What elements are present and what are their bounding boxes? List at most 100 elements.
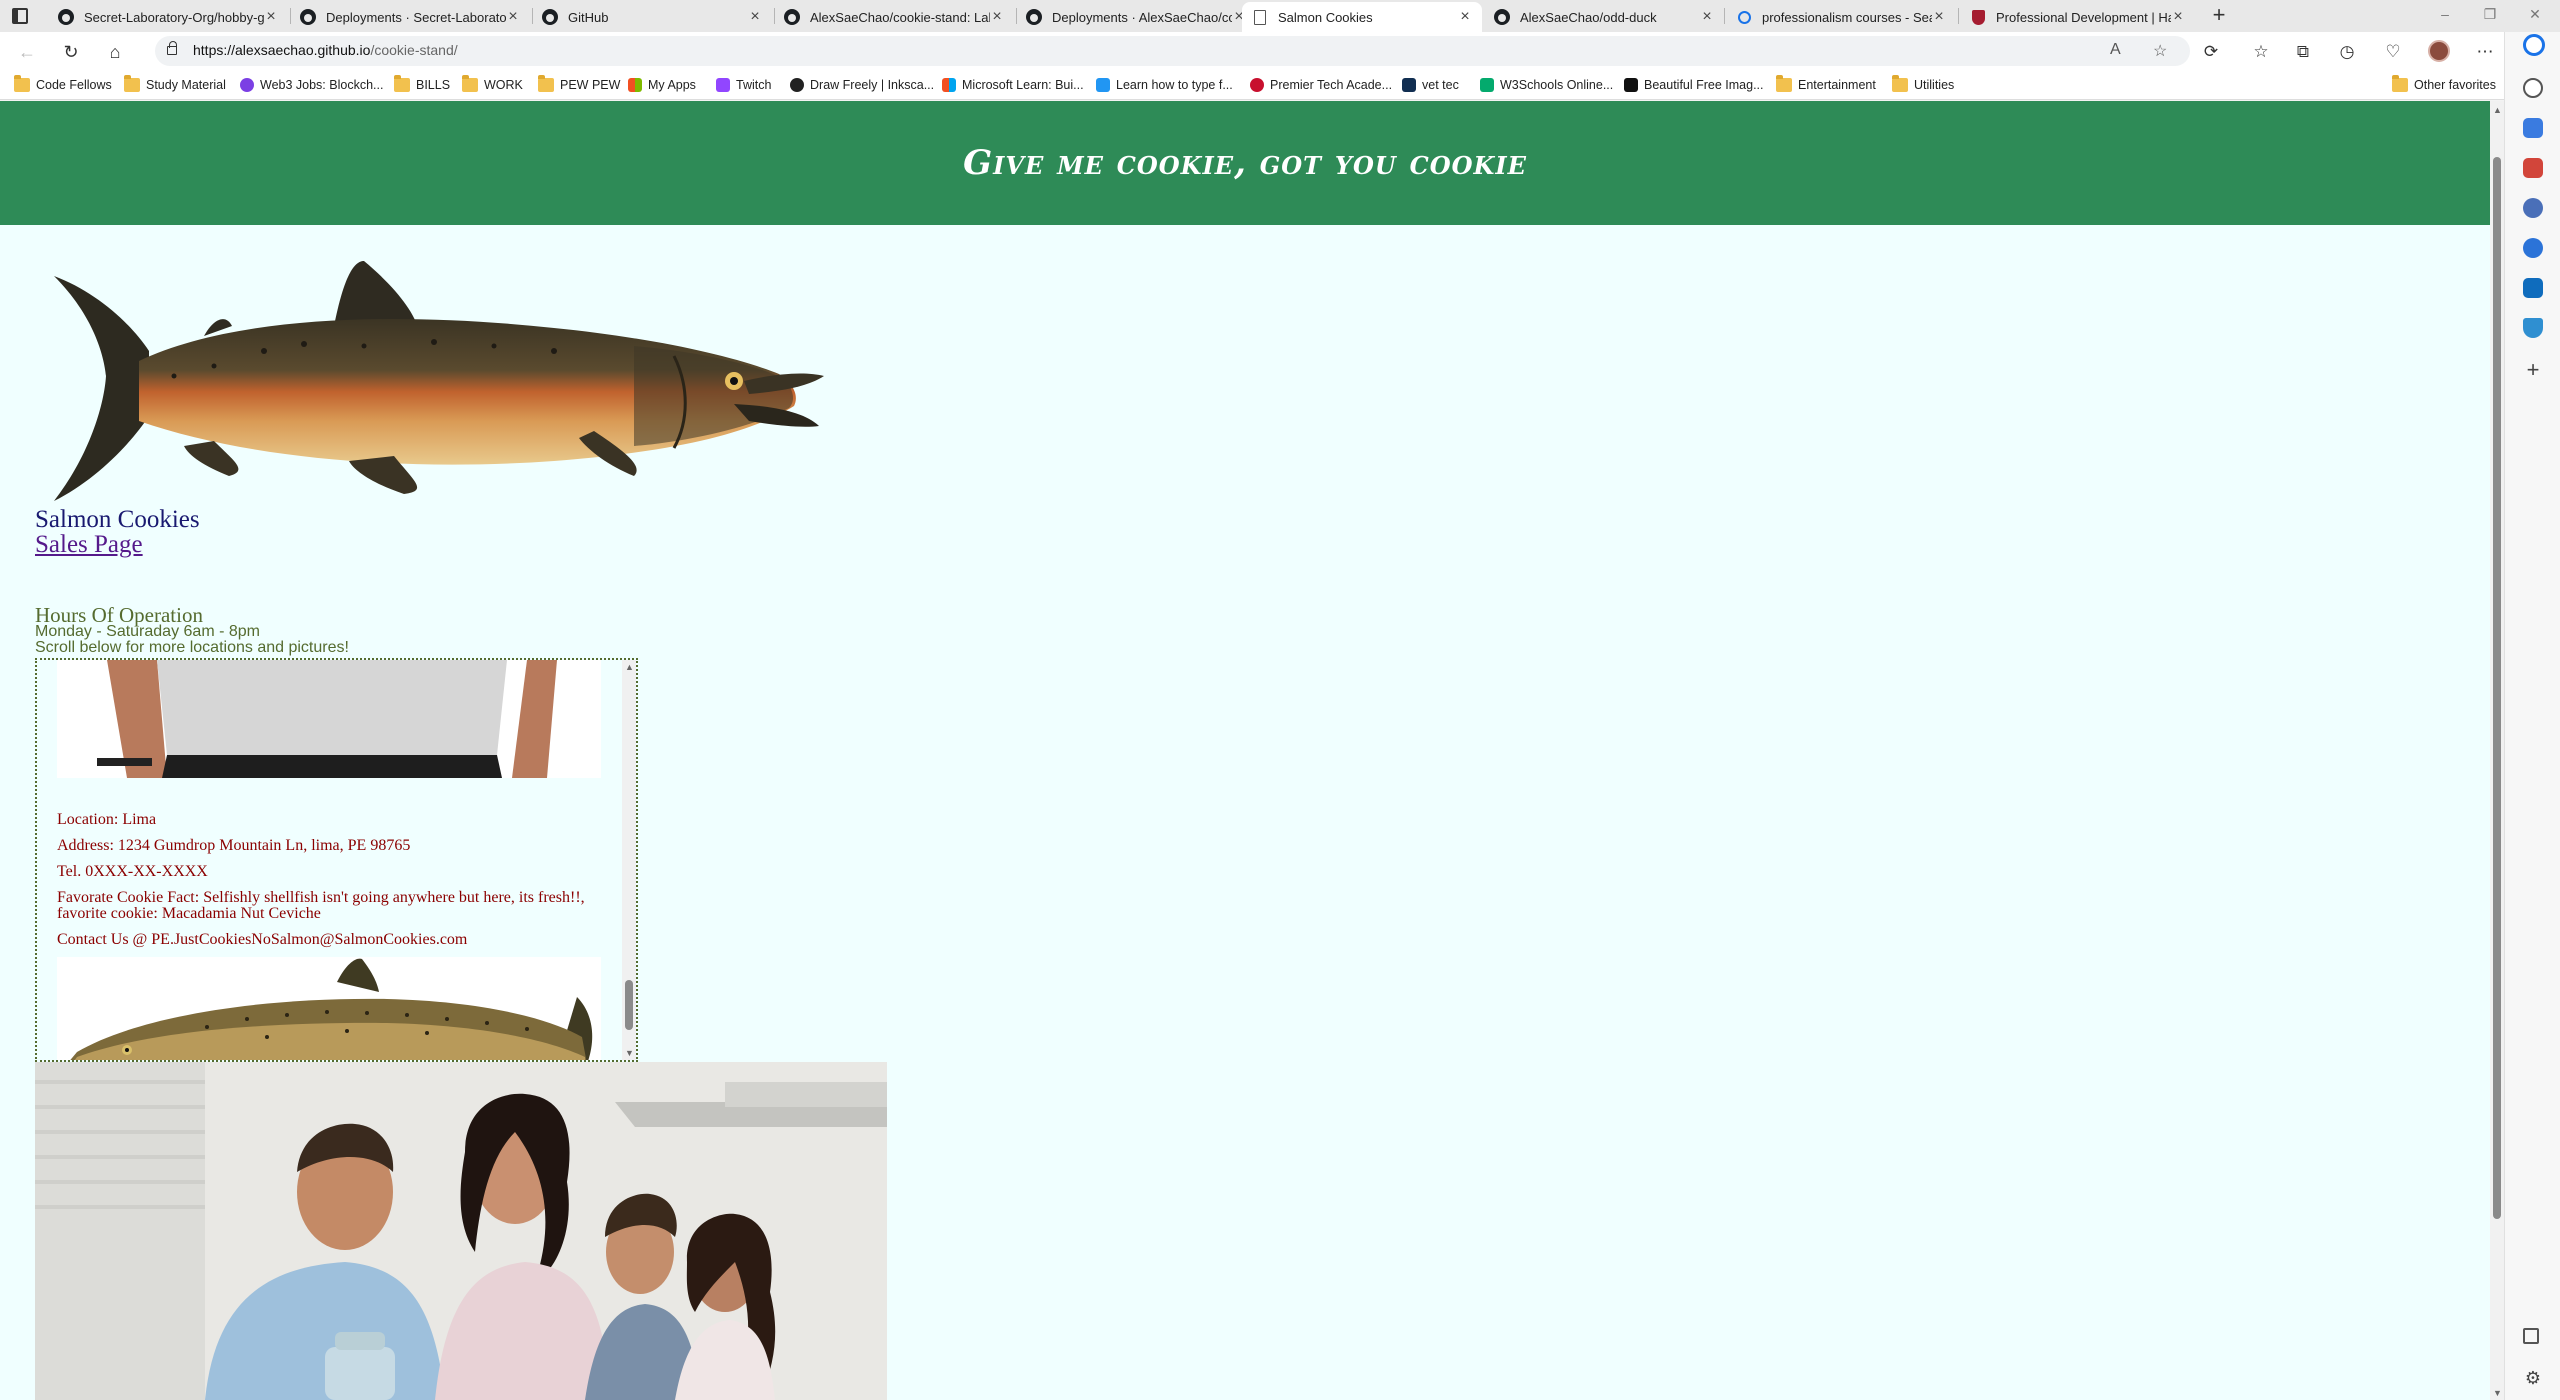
- folder-icon: [394, 75, 410, 92]
- tab-actions-icon[interactable]: [12, 8, 28, 24]
- page-scrollbar-thumb[interactable]: [2493, 157, 2501, 1219]
- page-scrollbar[interactable]: ▲ ▼: [2490, 101, 2504, 1400]
- web3-icon: [240, 78, 254, 92]
- bookmark-label: W3Schools Online...: [1500, 78, 1614, 92]
- w3schools-icon: [1480, 78, 1494, 92]
- collections-icon[interactable]: ⧉: [2292, 41, 2314, 63]
- close-icon[interactable]: ×: [264, 9, 278, 25]
- sales-page-link[interactable]: Sales Page: [35, 531, 143, 559]
- bookmark-premier-tech[interactable]: Premier Tech Acade...: [1250, 76, 1392, 94]
- tab-deployments-cookie[interactable]: Deployments · AlexSaeChao/coo ×: [1016, 2, 1256, 32]
- search-icon[interactable]: [2523, 78, 2543, 98]
- close-icon[interactable]: ×: [1458, 9, 1472, 25]
- folder-icon: [1892, 75, 1908, 92]
- tab-odd-duck[interactable]: AlexSaeChao/odd-duck ×: [1484, 2, 1724, 32]
- bookmark-utilities[interactable]: Utilities: [1892, 75, 1955, 94]
- github-icon: [300, 9, 316, 25]
- bookmark-other-favorites[interactable]: Other favorites: [2392, 75, 2496, 94]
- browser-toolbar: ← ↻ ⌂ https://alexsaechao.github.io/cook…: [0, 32, 2560, 70]
- github-icon: [58, 9, 74, 25]
- home-button[interactable]: ⌂: [104, 41, 126, 63]
- bookmark-entertainment[interactable]: Entertainment: [1776, 75, 1876, 94]
- close-icon[interactable]: ×: [990, 9, 1004, 25]
- github-icon: [1494, 9, 1510, 25]
- scroll-hint: Scroll below for more locations and pict…: [35, 639, 349, 656]
- back-button[interactable]: ←: [16, 41, 38, 63]
- url-text[interactable]: https://alexsaechao.github.io/cookie-sta…: [193, 42, 458, 58]
- tab-hobby-repo[interactable]: Secret-Laboratory-Org/hobby-g ×: [48, 2, 288, 32]
- close-icon[interactable]: ×: [1700, 9, 1714, 25]
- games-icon[interactable]: [2523, 198, 2543, 218]
- new-tab-button[interactable]: +: [2207, 4, 2231, 28]
- hide-sidebar-icon[interactable]: [2523, 1328, 2539, 1344]
- refresh-extensions-icon[interactable]: ⟳: [2200, 41, 2222, 63]
- close-window-button[interactable]: ✕: [2520, 6, 2550, 23]
- drop-icon[interactable]: [2523, 318, 2543, 338]
- bookmark-pew-pew[interactable]: PEW PEW: [538, 75, 620, 94]
- lock-icon[interactable]: [167, 41, 177, 55]
- bookmark-code-fellows[interactable]: Code Fellows: [14, 75, 112, 94]
- tools-icon[interactable]: [2523, 158, 2543, 178]
- harvard-shield-icon: [1970, 9, 1986, 25]
- refresh-button[interactable]: ↻: [60, 41, 82, 63]
- scroll-down-arrow-icon[interactable]: ▼: [625, 1048, 634, 1058]
- restore-button[interactable]: ❐: [2475, 6, 2505, 23]
- bookmark-web3-jobs[interactable]: Web3 Jobs: Blockch...: [240, 76, 383, 94]
- scroll-down-arrow-icon[interactable]: ▼: [2493, 1388, 2502, 1398]
- bookmark-inkscape[interactable]: Draw Freely | Inksca...: [790, 76, 934, 94]
- microsoft-icon: [942, 78, 956, 92]
- bing-chat-icon[interactable]: [2523, 34, 2545, 56]
- search-icon: [1736, 9, 1752, 25]
- profile-avatar[interactable]: [2428, 40, 2450, 62]
- microsoft-365-icon[interactable]: [2523, 238, 2543, 258]
- bookmark-label: Beautiful Free Imag...: [1644, 78, 1764, 92]
- bookmark-my-apps[interactable]: My Apps: [628, 76, 696, 94]
- tab-deployments-lab[interactable]: Deployments · Secret-Laboratory ×: [290, 2, 530, 32]
- close-icon[interactable]: ×: [506, 9, 520, 25]
- tab-salmon-cookies[interactable]: Salmon Cookies ×: [1242, 2, 1482, 32]
- close-icon[interactable]: ×: [748, 9, 762, 25]
- tab-title: GitHub: [568, 9, 609, 25]
- scroll-up-arrow-icon[interactable]: ▲: [2493, 105, 2502, 115]
- outlook-icon[interactable]: [2523, 278, 2543, 298]
- bookmark-label: Utilities: [1914, 78, 1955, 92]
- more-menu-icon[interactable]: ⋯: [2474, 41, 2496, 63]
- bookmark-twitch[interactable]: Twitch: [716, 76, 771, 94]
- bookmark-label: Twitch: [736, 78, 772, 92]
- history-icon[interactable]: ◷: [2336, 41, 2358, 63]
- bookmark-vet-tec[interactable]: vet tec: [1402, 76, 1459, 94]
- shopping-tag-icon[interactable]: [2523, 118, 2543, 138]
- bookmark-work[interactable]: WORK: [462, 75, 523, 94]
- sidebar-settings-icon[interactable]: ⚙: [2523, 1368, 2543, 1388]
- tab-harvard[interactable]: Professional Development | Harv ×: [1960, 2, 2195, 32]
- address-bar[interactable]: https://alexsaechao.github.io/cookie-sta…: [155, 36, 2190, 66]
- bookmark-microsoft-learn[interactable]: Microsoft Learn: Bui...: [942, 76, 1084, 94]
- tab-github[interactable]: GitHub ×: [532, 2, 772, 32]
- close-icon[interactable]: ×: [1932, 9, 1946, 25]
- locations-scrollbar[interactable]: ▲ ▼: [622, 660, 636, 1060]
- tab-cookie-stand-repo[interactable]: AlexSaeChao/cookie-stand: Lab ×: [774, 2, 1014, 32]
- read-aloud-icon[interactable]: A: [2110, 41, 2121, 59]
- bookmark-label: Learn how to type f...: [1116, 78, 1233, 92]
- favorite-star-icon[interactable]: ☆: [2153, 41, 2167, 61]
- github-icon: [1026, 9, 1042, 25]
- bookmark-typing[interactable]: Learn how to type f...: [1096, 76, 1233, 94]
- location-phone: Tel. 0XXX-XX-XXXX: [57, 863, 208, 880]
- locations-scroll-box[interactable]: Location: Lima Address: 1234 Gumdrop Mou…: [35, 658, 638, 1062]
- add-sidebar-app-icon[interactable]: +: [2523, 359, 2543, 381]
- scroll-up-arrow-icon[interactable]: ▲: [625, 662, 634, 672]
- bookmark-bills[interactable]: BILLS: [394, 75, 450, 94]
- minimize-button[interactable]: –: [2430, 6, 2460, 22]
- site-header: Give me cookie, got you cookie: [0, 101, 2490, 225]
- folder-icon: [14, 75, 30, 92]
- bookmark-unsplash[interactable]: Beautiful Free Imag...: [1624, 76, 1764, 94]
- bookmark-study-material[interactable]: Study Material: [124, 75, 226, 94]
- twitch-icon: [716, 78, 730, 92]
- locations-scrollbar-thumb[interactable]: [625, 980, 633, 1030]
- folder-icon: [124, 75, 140, 92]
- browser-essentials-icon[interactable]: ♡: [2382, 41, 2404, 63]
- close-icon[interactable]: ×: [2171, 9, 2185, 25]
- favorites-icon[interactable]: ☆: [2250, 41, 2272, 63]
- tab-search[interactable]: professionalism courses - Search ×: [1726, 2, 1956, 32]
- bookmark-w3schools[interactable]: W3Schools Online...: [1480, 76, 1613, 94]
